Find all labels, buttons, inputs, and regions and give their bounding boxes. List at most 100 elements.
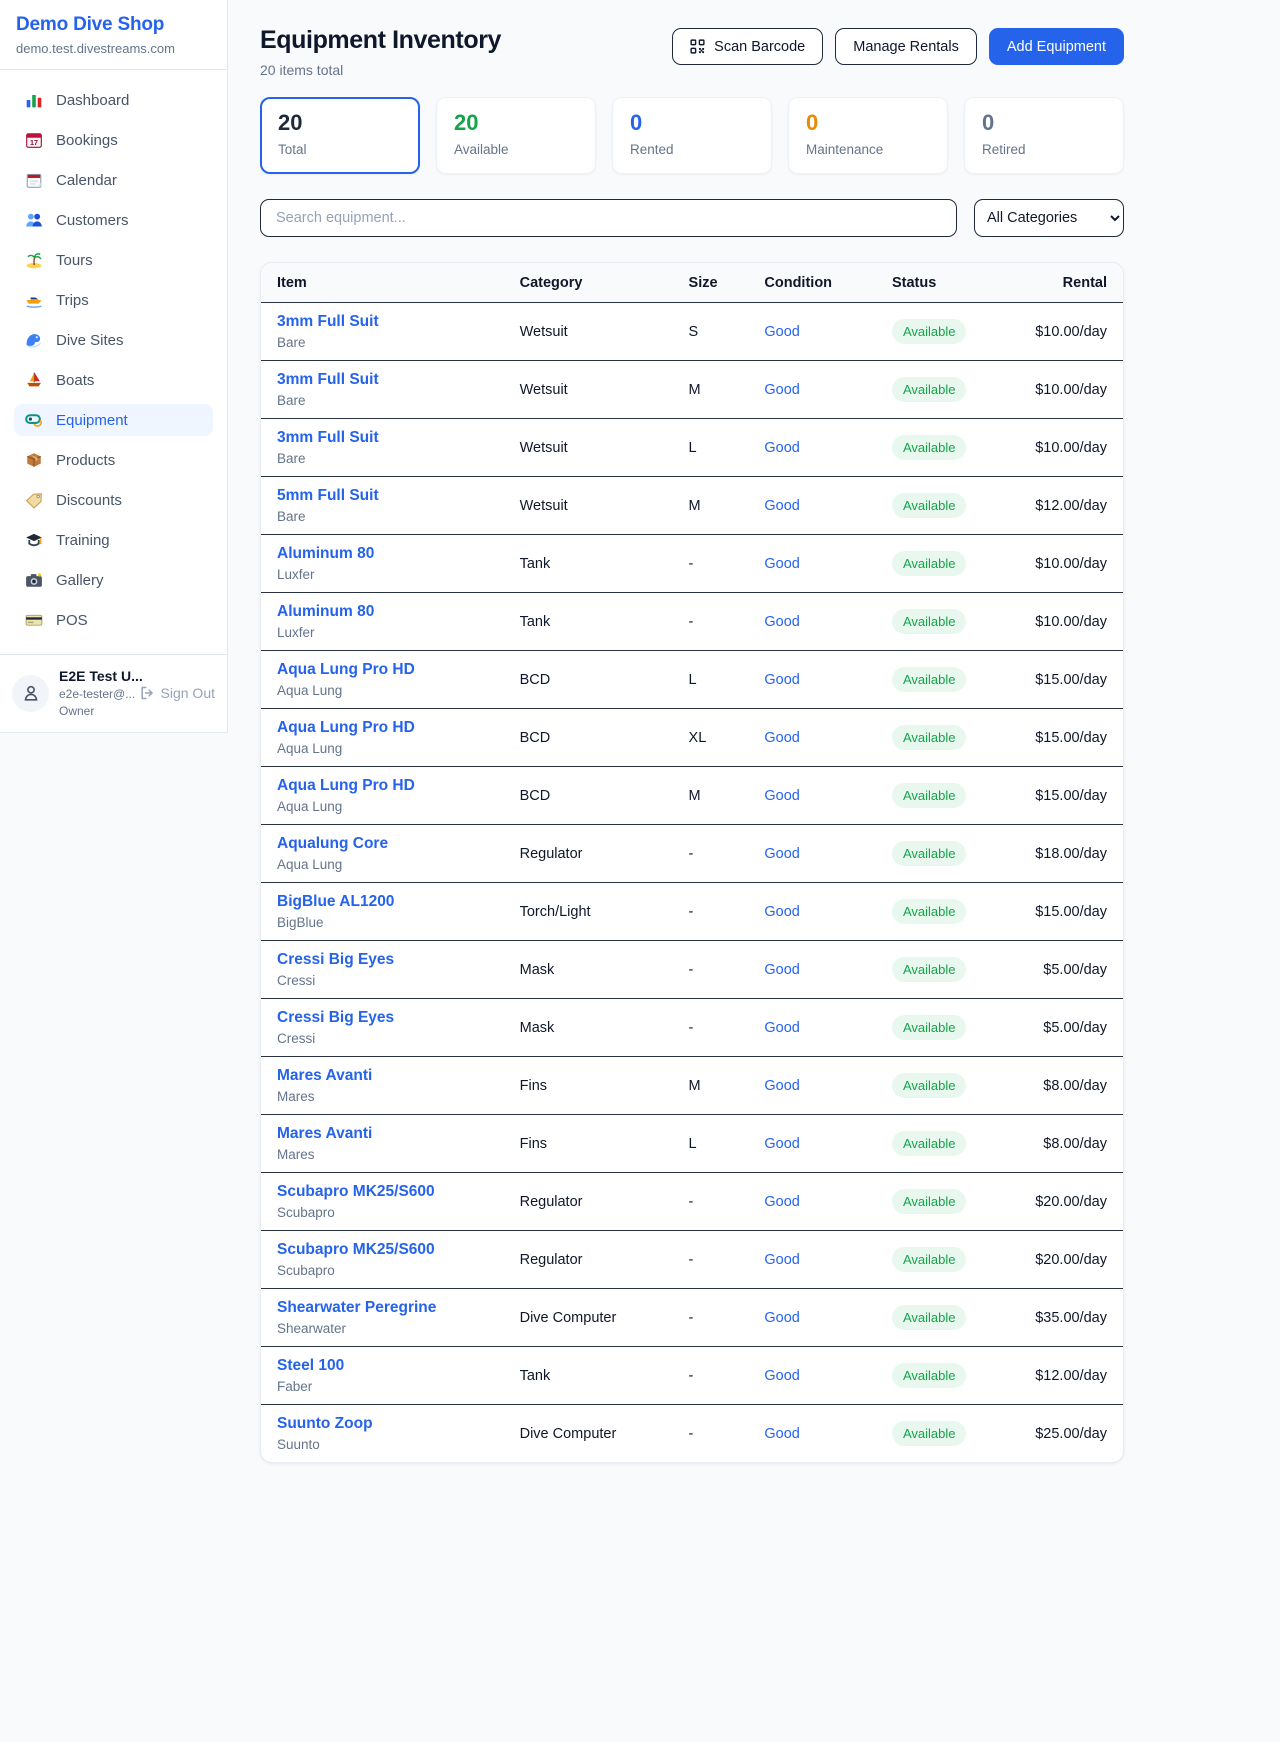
stat-value: 0 <box>806 111 930 135</box>
item-link[interactable]: Mares Avanti <box>277 1125 372 1143</box>
condition-link[interactable]: Good <box>764 1136 799 1152</box>
dashboard-icon <box>25 91 43 109</box>
item-link[interactable]: 3mm Full Suit <box>277 429 379 447</box>
size-cell: - <box>689 1231 765 1289</box>
condition-link[interactable]: Good <box>764 846 799 862</box>
item-link[interactable]: Suunto Zoop <box>277 1415 373 1433</box>
sidebar-item-gallery[interactable]: Gallery <box>14 564 213 596</box>
status-badge: Available <box>892 609 967 634</box>
condition-link[interactable]: Good <box>764 440 799 456</box>
status-badge: Available <box>892 667 967 692</box>
condition-link[interactable]: Good <box>764 556 799 572</box>
sidebar-item-training[interactable]: Training <box>14 524 213 556</box>
item-cell: 3mm Full Suit Bare <box>261 419 520 477</box>
sidebar-item-label: Tours <box>56 252 93 269</box>
category-cell: BCD <box>520 709 689 767</box>
item-link[interactable]: Aluminum 80 <box>277 603 374 621</box>
stats-row: 20Total20Available 0 Rented 0Maintenance0Re… <box>260 97 1124 174</box>
status-cell: Available <box>892 941 1023 999</box>
condition-link[interactable]: Good <box>764 1368 799 1384</box>
item-link[interactable]: Aqua Lung Pro HD <box>277 777 415 795</box>
app-title[interactable]: Demo Dive Shop <box>16 14 211 36</box>
item-link[interactable]: Scubapro MK25/S600 <box>277 1241 435 1259</box>
stat-card-retired[interactable]: 0Retired <box>964 97 1124 174</box>
sidebar-item-discounts[interactable]: Discounts <box>14 484 213 516</box>
search-input[interactable] <box>260 199 957 237</box>
stat-value: 0 <box>630 111 754 135</box>
stat-card-available[interactable]: 20Available <box>436 97 596 174</box>
condition-link[interactable]: Good <box>764 1194 799 1210</box>
trips-icon <box>25 291 43 309</box>
item-link[interactable]: 3mm Full Suit <box>277 313 379 331</box>
condition-link[interactable]: Good <box>764 1252 799 1268</box>
sidebar-item-boats[interactable]: Boats <box>14 364 213 396</box>
item-link[interactable]: Mares Avanti <box>277 1067 372 1085</box>
condition-link[interactable]: Good <box>764 962 799 978</box>
item-link[interactable]: Scubapro MK25/S600 <box>277 1183 435 1201</box>
item-link[interactable]: 5mm Full Suit <box>277 487 379 505</box>
stat-card-maintenance[interactable]: 0Maintenance <box>788 97 948 174</box>
item-link[interactable]: Aqua Lung Pro HD <box>277 661 415 679</box>
condition-link[interactable]: Good <box>764 1426 799 1442</box>
condition-link[interactable]: Good <box>764 498 799 514</box>
sidebar-item-products[interactable]: Products <box>14 444 213 476</box>
sign-out-button[interactable]: Sign Out <box>139 685 215 701</box>
stat-card-rented[interactable]: 0 Rented <box>612 97 772 174</box>
sidebar-item-bookings[interactable]: 17Bookings <box>14 124 213 156</box>
table-row: Mares AvantiMaresFinsMGoodAvailable$8.00… <box>261 1057 1123 1115</box>
stat-card-total[interactable]: 20Total <box>260 97 420 174</box>
sidebar-item-customers[interactable]: Customers <box>14 204 213 236</box>
add-equipment-button[interactable]: Add Equipment <box>989 28 1124 65</box>
sidebar-item-pos[interactable]: POS <box>14 604 213 636</box>
sidebar-item-tours[interactable]: Tours <box>14 244 213 276</box>
item-link[interactable]: Cressi Big Eyes <box>277 951 394 969</box>
size-value: - <box>689 962 694 978</box>
condition-link[interactable]: Good <box>764 730 799 746</box>
item-link[interactable]: 3mm Full Suit <box>277 371 379 389</box>
condition-link[interactable]: Good <box>764 672 799 688</box>
size-cell: L <box>689 419 765 477</box>
table-row: Aluminum 80LuxferTank-GoodAvailable$10.0… <box>261 535 1123 593</box>
stat-label: Rented <box>630 142 754 157</box>
category-value: Wetsuit <box>520 440 568 456</box>
column-header-status: Status <box>892 263 1023 303</box>
condition-link[interactable]: Good <box>764 904 799 920</box>
equipment-table-card: Item Category Size Condition Status Rent… <box>260 262 1124 1463</box>
item-link[interactable]: BigBlue AL1200 <box>277 893 394 911</box>
rental-value: $18.00/day <box>1023 825 1123 883</box>
category-select[interactable]: All Categories <box>974 199 1124 237</box>
condition-link[interactable]: Good <box>764 1310 799 1326</box>
category-cell: Tank <box>520 593 689 651</box>
status-badge: Available <box>892 899 967 924</box>
status-badge: Available <box>892 1189 967 1214</box>
item-link[interactable]: Shearwater Peregrine <box>277 1299 436 1317</box>
status-cell: Available <box>892 825 1023 883</box>
rental-value: $8.00/day <box>1023 1115 1123 1173</box>
condition-link[interactable]: Good <box>764 614 799 630</box>
condition-link[interactable]: Good <box>764 1078 799 1094</box>
category-value: Tank <box>520 614 551 630</box>
condition-link[interactable]: Good <box>764 1020 799 1036</box>
item-cell: Steel 100Faber <box>261 1347 520 1405</box>
manage-rentals-button[interactable]: Manage Rentals <box>835 28 977 65</box>
item-brand: Bare <box>277 451 520 466</box>
sidebar-item-dive-sites[interactable]: Dive Sites <box>14 324 213 356</box>
condition-link[interactable]: Good <box>764 324 799 340</box>
sidebar-item-equipment[interactable]: Equipment <box>14 404 213 436</box>
item-link[interactable]: Steel 100 <box>277 1357 344 1375</box>
category-value: Wetsuit <box>520 498 568 514</box>
condition-link[interactable]: Good <box>764 788 799 804</box>
item-link[interactable]: Aqua Lung Pro HD <box>277 719 415 737</box>
item-link[interactable]: Aluminum 80 <box>277 545 374 563</box>
sidebar-item-calendar[interactable]: Calendar <box>14 164 213 196</box>
sidebar-item-trips[interactable]: Trips <box>14 284 213 316</box>
condition-cell: Good <box>764 1231 892 1289</box>
item-link[interactable]: Aqualung Core <box>277 835 388 853</box>
size-value: L <box>689 672 697 688</box>
scan-barcode-button[interactable]: Scan Barcode <box>672 28 823 65</box>
condition-link[interactable]: Good <box>764 382 799 398</box>
sidebar-item-dashboard[interactable]: Dashboard <box>14 84 213 116</box>
category-cell: Fins <box>520 1057 689 1115</box>
item-link[interactable]: Cressi Big Eyes <box>277 1009 394 1027</box>
rental-value: $5.00/day <box>1023 941 1123 999</box>
